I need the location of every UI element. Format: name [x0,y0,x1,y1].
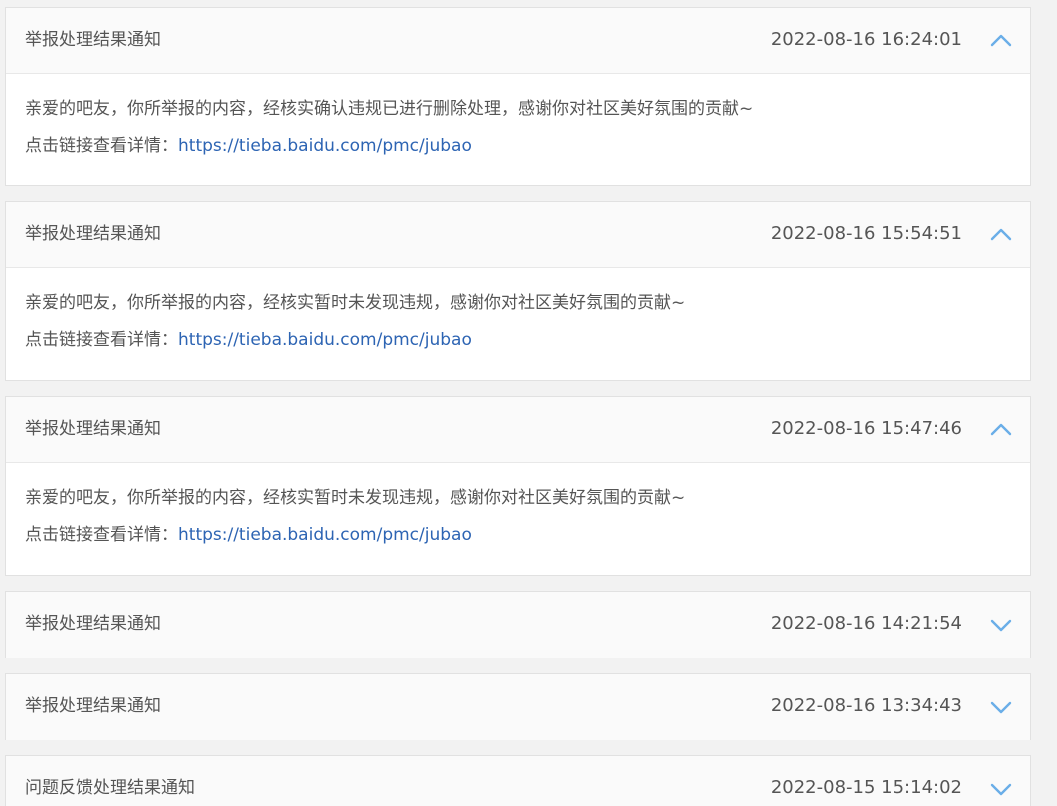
detail-link[interactable]: https://tieba.baidu.com/pmc/jubao [178,330,472,350]
notification-title: 举报处理结果通知 [25,419,161,439]
notification-body: 亲爱的吧友，你所举报的内容，经核实暂时未发现违规，感谢你对社区美好氛围的贡献~ … [6,268,1030,386]
notification-body: 亲爱的吧友，你所举报的内容，经核实暂时未发现违规，感谢你对社区美好氛围的贡献~ … [6,463,1030,581]
notification-link-line: 点击链接查看详情：https://tieba.baidu.com/pmc/jub… [25,524,1030,546]
notification-message: 亲爱的吧友，你所举报的内容，经核实确认违规已进行删除处理，感谢你对社区美好氛围的… [25,99,754,119]
chevron-down-icon[interactable] [990,778,1012,800]
notification-link-line: 点击链接查看详情：https://tieba.baidu.com/pmc/jub… [25,135,1030,157]
notification-header[interactable]: 举报处理结果通知 2022-08-16 16:24:01 [6,8,1030,74]
notification-card: 举报处理结果通知 2022-08-16 13:34:43 [5,673,1031,740]
notification-message: 亲爱的吧友，你所举报的内容，经核实暂时未发现违规，感谢你对社区美好氛围的贡献~ [25,293,686,313]
notification-message: 亲爱的吧友，你所举报的内容，经核实暂时未发现违规，感谢你对社区美好氛围的贡献~ [25,488,686,508]
notification-title: 举报处理结果通知 [25,224,161,244]
notification-time: 2022-08-16 16:24:01 [770,29,962,50]
chevron-up-icon[interactable] [990,419,1012,441]
notification-card: 举报处理结果通知 2022-08-16 15:47:46 亲爱的吧友，你所举报的… [5,396,1031,576]
notification-card: 举报处理结果通知 2022-08-16 14:21:54 [5,591,1031,658]
notification-header[interactable]: 举报处理结果通知 2022-08-16 15:54:51 [6,202,1030,268]
notification-header[interactable]: 举报处理结果通知 2022-08-16 15:47:46 [6,397,1030,463]
notification-title: 举报处理结果通知 [25,614,161,634]
chevron-up-icon[interactable] [990,224,1012,246]
chevron-down-icon[interactable] [990,614,1012,636]
notification-card: 举报处理结果通知 2022-08-16 15:54:51 亲爱的吧友，你所举报的… [5,201,1031,381]
notification-card: 举报处理结果通知 2022-08-16 16:24:01 亲爱的吧友，你所举报的… [5,7,1031,186]
notification-time: 2022-08-16 15:54:51 [770,223,962,244]
detail-link[interactable]: https://tieba.baidu.com/pmc/jubao [178,136,472,156]
notification-link-line: 点击链接查看详情：https://tieba.baidu.com/pmc/jub… [25,329,1030,351]
notification-title: 举报处理结果通知 [25,696,161,716]
link-prefix: 点击链接查看详情： [25,525,178,545]
notification-header[interactable]: 举报处理结果通知 2022-08-16 14:21:54 [6,592,1030,658]
notification-header[interactable]: 举报处理结果通知 2022-08-16 13:34:43 [6,674,1030,740]
detail-link[interactable]: https://tieba.baidu.com/pmc/jubao [178,525,472,545]
notification-list: 举报处理结果通知 2022-08-16 16:24:01 亲爱的吧友，你所举报的… [0,0,1057,806]
notification-time: 2022-08-16 15:47:46 [770,418,962,439]
link-prefix: 点击链接查看详情： [25,330,178,350]
notification-time: 2022-08-15 15:14:02 [770,777,962,798]
link-prefix: 点击链接查看详情： [25,136,178,156]
notification-title: 问题反馈处理结果通知 [25,778,195,798]
notification-time: 2022-08-16 14:21:54 [770,613,962,634]
notification-card: 问题反馈处理结果通知 2022-08-15 15:14:02 [5,755,1031,806]
notification-time: 2022-08-16 13:34:43 [770,695,962,716]
notification-title: 举报处理结果通知 [25,30,161,50]
chevron-down-icon[interactable] [990,696,1012,718]
notification-header[interactable]: 问题反馈处理结果通知 2022-08-15 15:14:02 [6,756,1030,806]
notification-body: 亲爱的吧友，你所举报的内容，经核实确认违规已进行删除处理，感谢你对社区美好氛围的… [6,74,1030,192]
chevron-up-icon[interactable] [990,30,1012,52]
